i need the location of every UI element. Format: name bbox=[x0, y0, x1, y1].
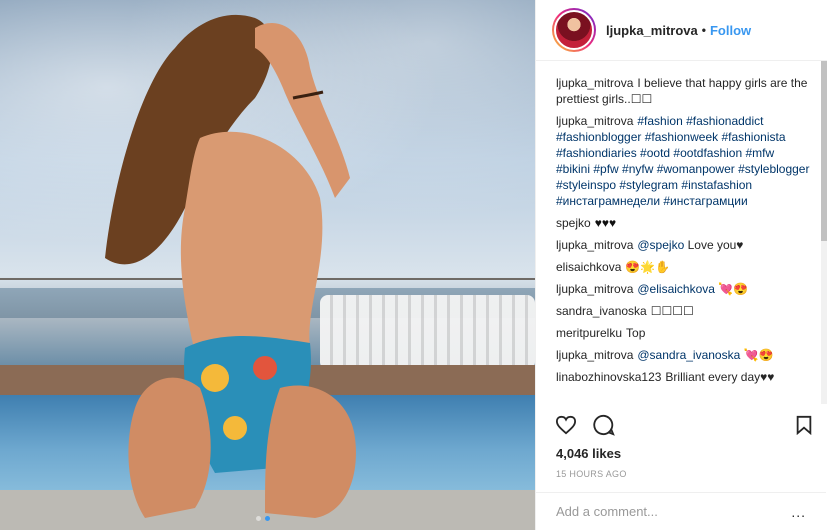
comment-text: ☐☐☐☐ bbox=[650, 304, 694, 318]
avatar[interactable] bbox=[554, 10, 594, 50]
comment-text: 💘😍 bbox=[718, 282, 749, 296]
post-photo[interactable] bbox=[0, 0, 535, 530]
comment-text: 💘😍 bbox=[743, 348, 774, 362]
comment-username[interactable]: ljupka_mitrova bbox=[556, 114, 633, 128]
comment-text: ♥♥♥ bbox=[594, 216, 617, 230]
header-separator: • bbox=[701, 23, 706, 37]
comment-mention[interactable]: @spejko bbox=[637, 238, 684, 252]
list-item: linabozhinovska123 Brilliant every day♥♥ bbox=[556, 369, 810, 385]
caption: ljupka_mitrova I believe that happy girls… bbox=[556, 75, 810, 107]
carousel-dot-2 bbox=[265, 516, 270, 521]
comment-icon[interactable] bbox=[592, 413, 616, 437]
likes-count[interactable]: 4,046 likes bbox=[556, 446, 621, 461]
list-item: ljupka_mitrova @elisaichkova 💘😍 bbox=[556, 281, 810, 297]
scrollbar-thumb[interactable] bbox=[821, 61, 827, 241]
carousel-dot-1 bbox=[256, 516, 261, 521]
heart-icon[interactable] bbox=[554, 413, 578, 437]
header-username[interactable]: ljupka_mitrova bbox=[606, 23, 698, 38]
list-item: ljupka_mitrova @spejko Love you♥ bbox=[556, 237, 810, 253]
list-item: meritpurelku Top bbox=[556, 325, 810, 341]
comment-username[interactable]: elisaichkova bbox=[556, 260, 621, 274]
comment-username[interactable]: linabozhinovska123 bbox=[556, 370, 661, 384]
post-header: ljupka_mitrova • Follow bbox=[536, 0, 827, 61]
carousel-indicator bbox=[256, 516, 270, 521]
list-item: ljupka_mitrova @sandra_ivanoska 💘😍 bbox=[556, 347, 810, 363]
comment-username[interactable]: ljupka_mitrova bbox=[556, 238, 633, 252]
comment-username[interactable]: ljupka_mitrova bbox=[556, 282, 633, 296]
woman-figure bbox=[105, 14, 356, 518]
post-timestamp: 15 HOURS AGO bbox=[556, 469, 627, 479]
list-item: spejko ♥♥♥ bbox=[556, 215, 810, 231]
comment-input[interactable] bbox=[556, 504, 792, 519]
comment-username[interactable]: ljupka_mitrova bbox=[556, 76, 633, 90]
comments-list[interactable]: ljupka_mitrova I believe that happy girls… bbox=[536, 61, 826, 404]
comment-mention[interactable]: @elisaichkova bbox=[637, 282, 715, 296]
post-side-panel: ljupka_mitrova • Follow ljupka_mitrova I … bbox=[535, 0, 827, 530]
add-comment-bar: ... bbox=[536, 492, 826, 530]
comment-text: 😍🌟✋ bbox=[625, 260, 671, 274]
hashtag-comment: ljupka_mitrova #fashion #fashionaddict #f… bbox=[556, 113, 810, 209]
list-item: sandra_ivanoska ☐☐☐☐ bbox=[556, 303, 810, 319]
comment-username[interactable]: sandra_ivanoska bbox=[556, 304, 647, 318]
comment-text: Brilliant every day♥♥ bbox=[665, 370, 775, 384]
bookmark-icon[interactable] bbox=[792, 413, 816, 437]
comment-mention[interactable]: @sandra_ivanoska bbox=[637, 348, 740, 362]
avatar-story-ring[interactable] bbox=[552, 8, 596, 52]
comment-username[interactable]: spejko bbox=[556, 216, 591, 230]
comment-username[interactable]: ljupka_mitrova bbox=[556, 348, 633, 362]
more-options-button[interactable]: ... bbox=[791, 504, 806, 520]
comments-scrollbar[interactable] bbox=[821, 61, 827, 404]
hashtags[interactable]: #fashion #fashionaddict #fashionblogger … bbox=[556, 114, 809, 208]
comment-username[interactable]: meritpurelku bbox=[556, 326, 622, 340]
list-item: elisaichkova 😍🌟✋ bbox=[556, 259, 810, 275]
comment-text: Love you♥ bbox=[687, 238, 744, 252]
follow-button[interactable]: Follow bbox=[710, 23, 751, 38]
comment-text: Top bbox=[626, 326, 646, 340]
post-actions bbox=[554, 408, 816, 442]
